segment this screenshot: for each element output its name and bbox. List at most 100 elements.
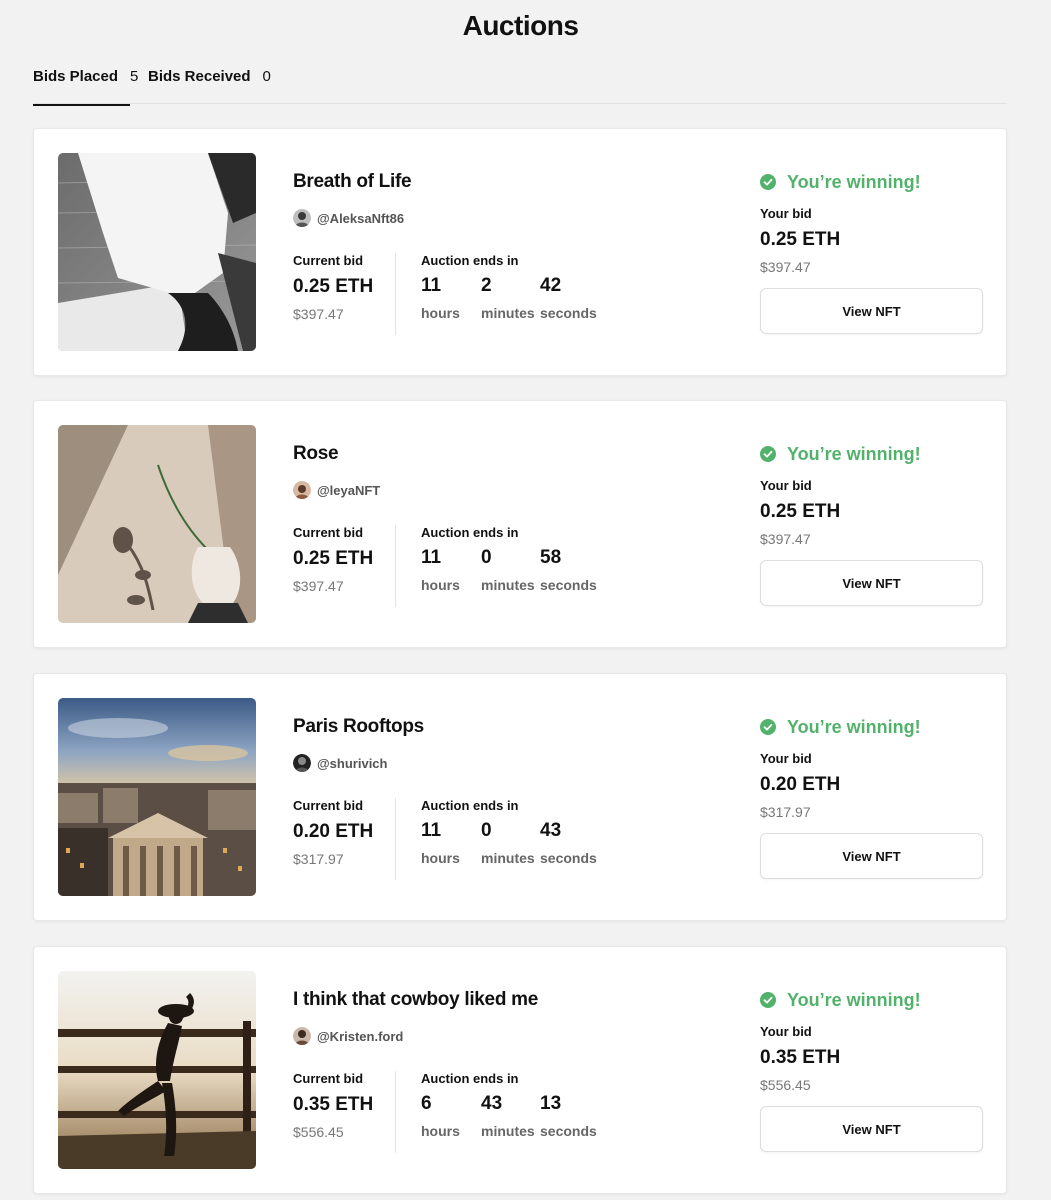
creator-handle: @AleksaNft86: [317, 210, 405, 226]
timer-minutes-label: minutes: [481, 1123, 535, 1139]
timer-seconds: 13 seconds: [540, 1093, 597, 1139]
timer-minutes: 0 minutes: [481, 547, 535, 593]
current-bid-usd: $317.97: [293, 851, 344, 867]
avatar: [293, 754, 311, 772]
page-title: Auctions: [462, 10, 579, 41]
auction-timer: Auction ends in 11 hours 0 minutes 43 se…: [421, 798, 651, 880]
current-bid: Current bid 0.25 ETH $397.47: [293, 525, 396, 607]
current-bid-label: Current bid: [293, 798, 364, 813]
timer-hours-label: hours: [421, 1123, 460, 1139]
timer-seconds-label: seconds: [540, 850, 597, 866]
bids-tabs: Bids Placed 5 Bids Received 0: [33, 62, 1007, 106]
check-circle-icon: [760, 719, 776, 735]
current-bid-eth: 0.20 ETH: [293, 821, 374, 842]
nft-title[interactable]: Rose: [293, 443, 339, 465]
timer-seconds-value: 43: [540, 820, 562, 841]
current-bid-usd: $397.47: [293, 578, 344, 594]
your-bid-usd: $397.47: [760, 259, 811, 275]
creator[interactable]: @leyaNFT: [293, 480, 380, 500]
timer-hours-value: 11: [421, 547, 442, 568]
timer-minutes: 0 minutes: [481, 820, 535, 866]
current-bid-eth: 0.25 ETH: [293, 548, 374, 569]
auction-timer: Auction ends in 6 hours 43 minutes 13 se…: [421, 1071, 651, 1153]
auction-card: Rose @leyaNFT Current bid 0.25 ETH $397.…: [33, 400, 1007, 648]
timer-seconds-label: seconds: [540, 1123, 597, 1139]
creator-handle: @Kristen.ford: [317, 1028, 404, 1044]
nft-image[interactable]: [58, 971, 256, 1169]
view-nft-button[interactable]: View NFT: [760, 833, 983, 879]
auction-timer: Auction ends in 11 hours 2 minutes 42 se…: [421, 253, 651, 335]
timer-seconds-value: 58: [540, 547, 562, 568]
timer-seconds: 43 seconds: [540, 820, 597, 866]
timer-seconds-label: seconds: [540, 577, 597, 593]
creator[interactable]: @Kristen.ford: [293, 1026, 403, 1046]
status-badge: You’re winning!: [760, 716, 921, 738]
nft-image-breath-of-life: [58, 153, 256, 351]
auction-ends-label: Auction ends in: [421, 1071, 519, 1086]
status-badge: You’re winning!: [760, 443, 921, 465]
your-bid: Your bid 0.25 ETH $397.47: [760, 206, 960, 275]
view-nft-button[interactable]: View NFT: [760, 288, 983, 334]
nft-image[interactable]: [58, 698, 256, 896]
auction-timer: Auction ends in 11 hours 0 minutes 58 se…: [421, 525, 651, 607]
timer-hours-label: hours: [421, 850, 460, 866]
nft-title[interactable]: Paris Rooftops: [293, 716, 424, 738]
timer-seconds-value: 13: [540, 1093, 562, 1114]
current-bid: Current bid 0.20 ETH $317.97: [293, 798, 396, 880]
check-circle-icon: [760, 446, 776, 462]
current-bid-label: Current bid: [293, 525, 364, 540]
your-bid-eth: 0.35 ETH: [760, 1047, 841, 1068]
your-bid: Your bid 0.20 ETH $317.97: [760, 751, 960, 820]
nft-title[interactable]: Breath of Life: [293, 171, 412, 193]
status-badge: You’re winning!: [760, 171, 921, 193]
avatar: [293, 481, 311, 499]
check-circle-icon: [760, 992, 776, 1008]
timer-seconds-label: seconds: [540, 305, 597, 321]
tab-bids-received-count: 0: [262, 68, 271, 85]
tab-bids-received[interactable]: Bids Received 0: [148, 68, 271, 104]
current-bid-eth: 0.35 ETH: [293, 1094, 374, 1115]
nft-image-paris-rooftops: [58, 698, 256, 896]
timer-hours-label: hours: [421, 305, 460, 321]
timer-hours: 11 hours: [421, 547, 460, 593]
nft-title[interactable]: I think that cowboy liked me: [293, 989, 538, 1011]
nft-image-rose: [58, 425, 256, 623]
auction-ends-label: Auction ends in: [421, 525, 519, 540]
auction-card: Breath of Life @AleksaNft86 Current bid …: [33, 128, 1007, 376]
view-nft-button[interactable]: View NFT: [760, 560, 983, 606]
auction-card: I think that cowboy liked me @Kristen.fo…: [33, 946, 1007, 1194]
your-bid-label: Your bid: [760, 751, 812, 766]
timer-hours-value: 11: [421, 275, 442, 296]
creator[interactable]: @AleksaNft86: [293, 208, 404, 228]
timer-minutes-value: 43: [481, 1093, 503, 1114]
check-circle-icon: [760, 174, 776, 190]
timer-minutes-label: minutes: [481, 577, 535, 593]
status-text: You’re winning!: [787, 716, 921, 737]
creator[interactable]: @shurivich: [293, 753, 387, 773]
nft-image[interactable]: [58, 153, 256, 351]
timer-minutes-value: 0: [481, 820, 492, 841]
current-bid-label: Current bid: [293, 253, 364, 268]
auction-card: Paris Rooftops @shurivich Current bid 0.…: [33, 673, 1007, 921]
your-bid-usd: $317.97: [760, 804, 811, 820]
timer-minutes-value: 0: [481, 547, 492, 568]
creator-handle: @leyaNFT: [317, 482, 381, 498]
current-bid-usd: $397.47: [293, 306, 344, 322]
creator-handle: @shurivich: [317, 755, 388, 771]
your-bid: Your bid 0.25 ETH $397.47: [760, 478, 960, 547]
view-nft-button[interactable]: View NFT: [760, 1106, 983, 1152]
your-bid-eth: 0.25 ETH: [760, 229, 841, 250]
tab-bids-placed[interactable]: Bids Placed 5: [33, 68, 138, 106]
nft-image[interactable]: [58, 425, 256, 623]
timer-hours-label: hours: [421, 577, 460, 593]
your-bid-usd: $397.47: [760, 531, 811, 547]
timer-seconds-value: 42: [540, 275, 562, 296]
your-bid-label: Your bid: [760, 478, 812, 493]
timer-hours-value: 6: [421, 1093, 432, 1114]
current-bid: Current bid 0.35 ETH $556.45: [293, 1071, 396, 1153]
your-bid-eth: 0.20 ETH: [760, 774, 841, 795]
tab-bids-placed-count: 5: [130, 68, 139, 85]
timer-hours: 11 hours: [421, 820, 460, 866]
your-bid-label: Your bid: [760, 1024, 812, 1039]
your-bid-eth: 0.25 ETH: [760, 501, 841, 522]
